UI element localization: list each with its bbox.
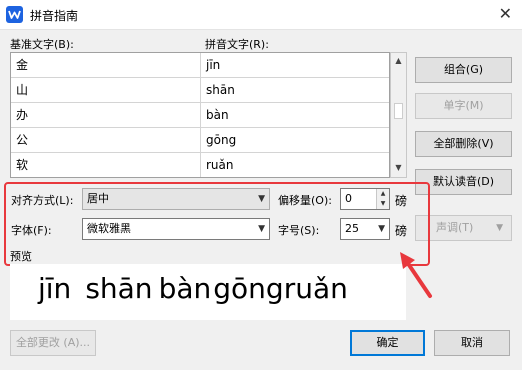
chevron-down-icon: ▼	[496, 223, 503, 233]
preview-label: 预览	[10, 250, 32, 263]
pinyin-table: 金 jīn 山 shān 办 bàn 公 gōng 软 ruǎn	[10, 52, 390, 178]
table-row: 公 gōng	[11, 128, 389, 153]
font-select[interactable]: 微软雅黑 ▼	[82, 218, 270, 240]
cancel-button[interactable]: 取消	[434, 330, 510, 356]
preview-area: jīn shān bàngōngruǎn	[10, 264, 406, 320]
scroll-up-icon[interactable]: ▲	[391, 56, 406, 65]
ok-button[interactable]: 确定	[350, 330, 425, 356]
size-select[interactable]: 25 ▼	[340, 218, 390, 240]
offset-value: 0	[345, 192, 352, 205]
spin-down-icon[interactable]: ▼	[376, 199, 389, 209]
preview-syllable: gōng	[213, 272, 284, 305]
offset-spinner[interactable]: 0 ▲ ▼	[340, 188, 390, 210]
table-row: 办 bàn	[11, 103, 389, 128]
base-char-cell[interactable]: 山	[11, 78, 201, 103]
base-char-cell[interactable]: 金	[11, 53, 201, 78]
offset-label: 偏移量(O):	[278, 194, 332, 207]
close-icon[interactable]: ✕	[499, 4, 512, 23]
table-row: 山 shān	[11, 78, 389, 103]
preview-syllable: jīn	[38, 272, 72, 305]
tone-label: 声调(T)	[436, 221, 474, 234]
change-all-button[interactable]: 全部更改 (A)...	[10, 330, 96, 356]
alignment-select[interactable]: 居中 ▼	[82, 188, 270, 210]
preview-syllable: shān	[85, 272, 153, 305]
table-scrollbar[interactable]: ▲ ▼	[390, 52, 407, 178]
font-label: 字体(F):	[11, 224, 52, 237]
window-title: 拼音指南	[30, 9, 79, 23]
base-char-cell[interactable]: 办	[11, 103, 201, 128]
chevron-down-icon: ▼	[378, 224, 385, 234]
chevron-down-icon: ▼	[258, 194, 265, 204]
base-char-cell[interactable]: 公	[11, 128, 201, 153]
arrow-annotation-icon	[400, 252, 432, 298]
pinyin-text-label: 拼音文字(R):	[205, 38, 269, 51]
pinyin-cell[interactable]: bàn	[201, 103, 389, 128]
offset-unit: 磅	[395, 194, 408, 208]
preview-syllable: bàn	[158, 272, 212, 305]
chevron-down-icon: ▼	[258, 224, 265, 234]
alignment-label: 对齐方式(L):	[11, 194, 74, 207]
preview-pinyin: jīn shān bàngōngruǎn	[38, 272, 348, 305]
table-row: 软 ruǎn	[11, 153, 389, 177]
pinyin-cell[interactable]: jīn	[201, 53, 389, 78]
size-label: 字号(S):	[278, 224, 320, 237]
alignment-value: 居中	[87, 192, 109, 205]
pinyin-cell[interactable]: ruǎn	[201, 153, 389, 177]
pinyin-cell[interactable]: shān	[201, 78, 389, 103]
single-char-button[interactable]: 单字(M)	[415, 93, 512, 119]
scroll-thumb[interactable]	[394, 103, 403, 119]
pinyin-cell[interactable]: gōng	[201, 128, 389, 153]
app-logo-icon	[6, 6, 23, 23]
scroll-down-icon[interactable]: ▼	[391, 163, 406, 172]
base-text-label: 基准文字(B):	[10, 38, 74, 51]
spin-up-icon[interactable]: ▲	[376, 189, 389, 199]
delete-all-button[interactable]: 全部删除(V)	[415, 131, 512, 157]
title-bar: 拼音指南 ✕	[0, 0, 522, 30]
font-value: 微软雅黑	[87, 222, 131, 235]
size-unit: 磅	[395, 224, 408, 238]
preview-syllable: ruǎn	[283, 272, 348, 305]
size-value: 25	[345, 222, 359, 235]
table-row: 金 jīn	[11, 53, 389, 78]
combine-button[interactable]: 组合(G)	[415, 57, 512, 83]
base-char-cell[interactable]: 软	[11, 153, 201, 177]
